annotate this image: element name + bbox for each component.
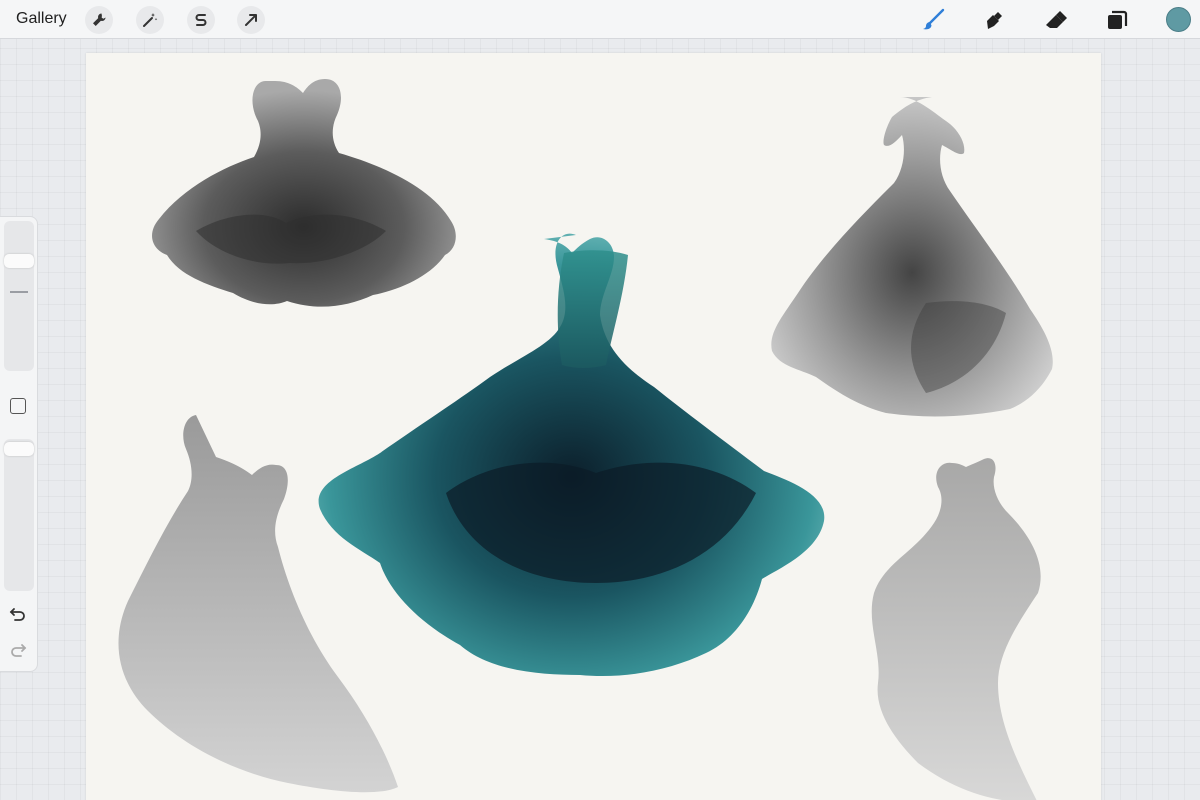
- color-swatch[interactable]: [1166, 7, 1191, 32]
- eraser-tool[interactable]: [1042, 7, 1068, 33]
- side-bar: [0, 216, 38, 672]
- actions-button[interactable]: [85, 6, 113, 34]
- dress-dark-gray: [152, 79, 456, 307]
- dress-white-mermaid: [871, 458, 1041, 800]
- transform-button[interactable]: [237, 6, 265, 34]
- brush-size-thumb[interactable]: [4, 254, 34, 268]
- top-toolbar: Gallery: [0, 0, 1200, 39]
- eraser-icon: [1046, 11, 1067, 28]
- selection-button[interactable]: [187, 6, 215, 34]
- gallery-button[interactable]: Gallery: [16, 10, 67, 28]
- magic-wand-icon: [143, 13, 158, 27]
- selection-s-icon: [195, 14, 207, 26]
- adjustments-button[interactable]: [136, 6, 164, 34]
- layers-button[interactable]: [1104, 7, 1130, 33]
- layers-icon: [1108, 10, 1128, 29]
- paint-brush-tool[interactable]: [920, 7, 946, 33]
- brush-icon: [923, 8, 945, 30]
- redo-icon[interactable]: [9, 641, 27, 659]
- opacity-slider[interactable]: [4, 439, 34, 591]
- arrow-cursor-icon: [245, 14, 257, 26]
- undo-icon[interactable]: [9, 605, 27, 623]
- modify-button[interactable]: [10, 398, 26, 414]
- opacity-thumb[interactable]: [4, 442, 34, 456]
- brush-size-slider[interactable]: [4, 221, 34, 371]
- dress-teal: [318, 233, 825, 677]
- wrench-icon: [93, 13, 106, 26]
- smudge-icon: [987, 12, 1002, 29]
- drawing-canvas[interactable]: [86, 53, 1101, 800]
- smudge-tool[interactable]: [981, 7, 1007, 33]
- dress-gray-ruffled: [771, 97, 1053, 417]
- size-indicator: [10, 291, 28, 293]
- watercolor-artwork: [118, 79, 1053, 800]
